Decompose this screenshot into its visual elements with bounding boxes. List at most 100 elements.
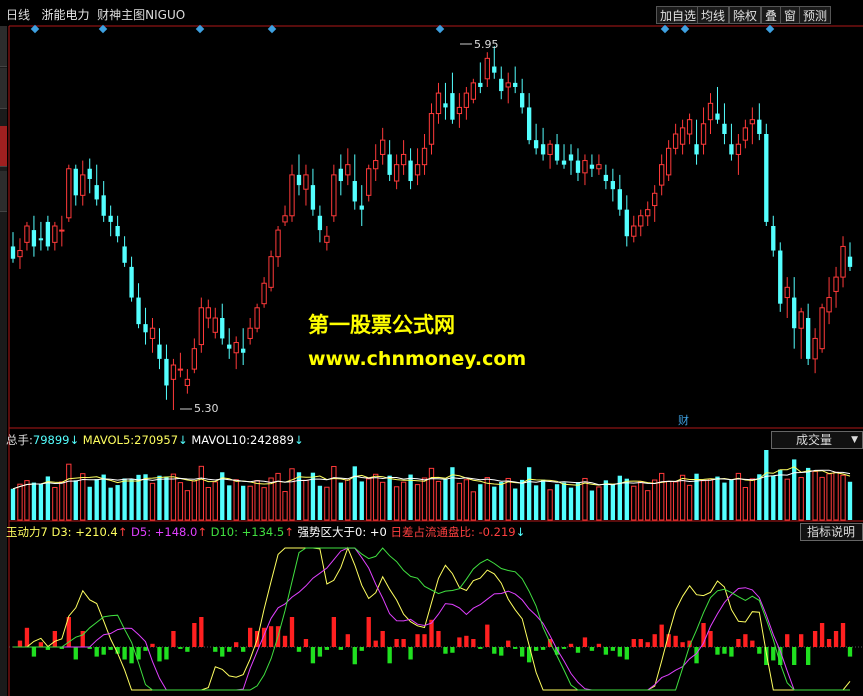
candle-body <box>686 119 693 135</box>
volume-bar <box>840 474 846 521</box>
volume-bar <box>568 487 574 520</box>
mavol10-arrow: ↓ <box>293 433 304 447</box>
candle-body <box>400 153 407 166</box>
oscillator-bar <box>122 647 127 660</box>
indicator-help-button[interactable]: 指标说明 <box>800 523 863 541</box>
volume-bar <box>108 487 113 520</box>
candle-body <box>352 181 357 202</box>
candle-body <box>631 225 637 237</box>
oscillator-bar <box>568 643 574 647</box>
oscillator-bar <box>17 640 23 647</box>
oscillator-bar <box>408 647 413 660</box>
oscillator-bar <box>324 647 330 650</box>
candle-body <box>812 337 818 360</box>
candle-body <box>149 327 156 339</box>
volume-bar <box>247 485 253 521</box>
oscillator-bar <box>422 634 427 647</box>
candle-body <box>715 113 720 120</box>
candle-body <box>59 229 65 232</box>
strong-zone-label: 强势区大于0: <box>297 525 367 539</box>
volume-bar <box>408 474 413 520</box>
volume-bar <box>582 477 588 521</box>
candle-body <box>624 209 629 237</box>
candle-body <box>778 250 783 304</box>
candle-body <box>94 185 99 200</box>
candle-body <box>73 168 78 196</box>
candle-body <box>568 154 574 161</box>
volume-bar <box>652 479 658 521</box>
diff-ratio-arrow: ↓ <box>515 525 526 539</box>
oscillator-bar <box>526 647 532 663</box>
candle-body <box>345 164 351 176</box>
oscillator-bar <box>743 634 748 647</box>
candle-body <box>749 119 756 125</box>
volume-bar <box>435 480 442 521</box>
volume-bar <box>212 481 218 521</box>
candle-body <box>722 123 727 134</box>
oscillator-bar <box>819 623 825 647</box>
oscillator-bar <box>757 647 762 654</box>
volume-bar <box>52 487 58 521</box>
volume-arrow: ↓ <box>69 433 80 447</box>
volume-bar <box>540 479 546 520</box>
candle-body <box>499 78 504 92</box>
volume-bar <box>233 479 239 521</box>
candle-body <box>742 127 749 141</box>
oscillator-bar <box>129 647 134 664</box>
mavol10-label: MAVOL10: <box>191 433 251 447</box>
volume-bar <box>805 467 811 520</box>
volume-bar <box>324 486 330 521</box>
candle-body <box>380 139 386 155</box>
candle-body <box>191 348 198 370</box>
oscillator-bar <box>108 647 113 650</box>
candle-body <box>108 215 113 222</box>
volume-bar <box>624 478 629 520</box>
volume-bar <box>520 479 525 520</box>
candle-body <box>143 324 148 333</box>
volume-bar <box>191 480 198 521</box>
candle-body <box>80 174 86 196</box>
candle-body <box>170 364 177 380</box>
oscillator-bar <box>101 647 106 655</box>
oscillator-bar <box>729 647 734 657</box>
oscillator-bar <box>847 647 853 657</box>
volume-bar <box>184 490 191 521</box>
candle-body <box>798 311 804 329</box>
volume-bar <box>554 484 560 520</box>
volume-bar <box>414 484 421 521</box>
candle-body <box>164 358 169 386</box>
volume-bar <box>526 467 532 520</box>
watermark-url: www.chnmoney.com <box>308 348 527 370</box>
volume-bar <box>393 486 400 521</box>
volume-bar <box>400 481 407 521</box>
candle-body <box>833 276 839 292</box>
candle-body <box>596 164 602 170</box>
volume-bar <box>478 484 483 520</box>
volume-indicator-select[interactable]: 成交量 ▼ <box>771 431 863 449</box>
oscillator-bar <box>540 647 546 650</box>
candle-body <box>554 144 560 161</box>
oscillator-bar <box>471 639 476 647</box>
candle-body <box>359 205 364 210</box>
d3-label: D3: <box>51 525 72 539</box>
volume-bar <box>387 475 392 520</box>
candle-body <box>122 246 127 263</box>
oscillator-bar <box>94 647 99 657</box>
oscillator-bar <box>715 647 720 655</box>
oscillator-bar <box>478 647 483 649</box>
candle-body <box>17 250 23 258</box>
volume-bar <box>638 481 644 521</box>
oscillator-bar <box>178 647 183 649</box>
volume-bar <box>359 481 364 520</box>
candle-body <box>665 147 672 176</box>
candle-body <box>638 215 644 227</box>
candle-body <box>561 160 567 165</box>
oscillator-bar <box>268 626 274 647</box>
volume-bar <box>31 482 37 520</box>
oscillator-bar <box>415 634 420 647</box>
volume-bar <box>700 480 707 521</box>
candle-body <box>505 82 511 88</box>
candle-body <box>198 307 204 346</box>
oscillator-bar <box>805 647 811 665</box>
oscillator-bars <box>17 617 853 665</box>
